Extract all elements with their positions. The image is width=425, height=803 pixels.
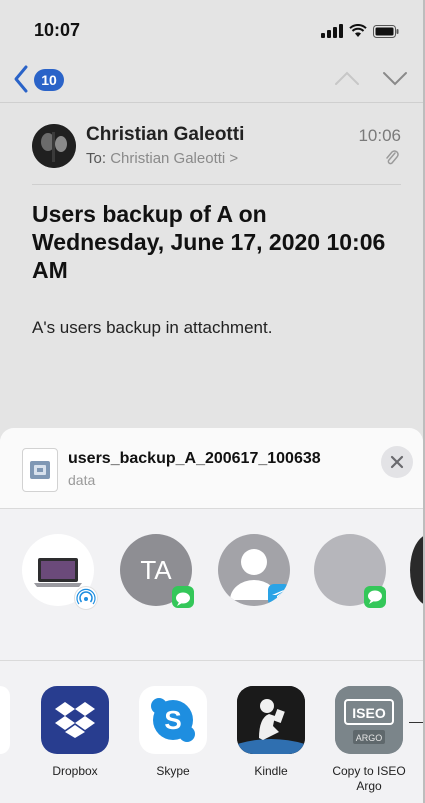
status-icons: [321, 24, 399, 38]
share-apps-row: Dropbox S Skype Kindle ISEO ARGO Copy to…: [0, 678, 423, 803]
message-header: Christian Galeotti To: Christian Galeott…: [32, 118, 401, 185]
app-label: Kindle: [254, 764, 288, 778]
app-label: Dropbox: [52, 764, 98, 778]
contact-blank[interactable]: [314, 534, 386, 608]
app-label: Copy to ISEO Argo: [332, 764, 406, 793]
app-iseo-argo[interactable]: ISEO ARGO Copy to ISEO Argo: [324, 686, 414, 794]
sender-avatar[interactable]: [32, 124, 76, 168]
skype-icon: S: [139, 686, 207, 754]
status-bar: 10:07: [0, 0, 423, 52]
app-skype[interactable]: S Skype: [128, 686, 218, 779]
close-icon: [390, 455, 404, 469]
mail-nav-bar: 10: [0, 58, 423, 103]
wifi-icon: [349, 24, 367, 37]
telegram-icon: [268, 584, 290, 606]
app-dropbox[interactable]: Dropbox: [30, 686, 120, 779]
share-sheet: users_backup_A_200617_100638 data TA Dro…: [0, 428, 425, 803]
argo-logo-text: ARGO: [356, 733, 383, 743]
file-name: users_backup_A_200617_100638: [68, 450, 321, 467]
battery-icon: [373, 24, 399, 38]
message-time: 10:06: [358, 126, 401, 145]
to-label: To:: [86, 150, 111, 167]
dropbox-icon: [41, 686, 109, 754]
kindle-icon: [237, 686, 305, 754]
next-message-chevron-icon[interactable]: [381, 68, 409, 88]
app-kindle[interactable]: Kindle: [226, 686, 316, 779]
email-view: 10:07 10 Christian Galeotti To: Christia…: [0, 0, 423, 440]
paperclip-icon: [386, 150, 399, 165]
contact-initials: TA: [140, 554, 172, 585]
sender-name[interactable]: Christian Galeotti: [86, 124, 244, 146]
app-label: Skype: [156, 764, 190, 778]
share-people-row: TA: [0, 510, 425, 661]
svg-text:S: S: [164, 705, 181, 735]
close-button[interactable]: [381, 446, 413, 478]
recipient-line[interactable]: To: Christian Galeotti >: [86, 150, 238, 167]
recipient-name[interactable]: Christian Galeotti >: [110, 150, 238, 167]
unread-count-badge[interactable]: 10: [34, 69, 64, 91]
iseo-logo-text: ISEO: [352, 705, 386, 721]
sender-photo-icon: [32, 124, 76, 168]
file-type: data: [68, 472, 96, 488]
phone-screen: 10:07 10 Christian Galeotti To: Christia…: [0, 0, 425, 803]
messages-icon: [172, 586, 194, 608]
airdrop-device-target[interactable]: [22, 534, 98, 610]
contact-telegram[interactable]: [218, 534, 290, 606]
cellular-signal-icon: [321, 24, 343, 38]
back-chevron-icon[interactable]: [12, 64, 30, 94]
status-time: 10:07: [34, 20, 81, 40]
airdrop-icon: [74, 586, 98, 610]
iseo-argo-icon: ISEO ARGO: [335, 686, 403, 754]
shared-file-header: users_backup_A_200617_100638 data: [0, 428, 423, 509]
email-subject: Users backup of A on Wednesday, June 17,…: [32, 201, 386, 283]
file-icon: [22, 448, 58, 492]
messages-icon: [364, 586, 386, 608]
previous-message-chevron-icon[interactable]: [333, 68, 361, 88]
email-body: A's users backup in attachment.: [32, 318, 273, 337]
contact-ta[interactable]: TA: [120, 534, 194, 608]
app-partial[interactable]: [0, 686, 10, 754]
file-thumbnail-icon: [30, 461, 50, 479]
